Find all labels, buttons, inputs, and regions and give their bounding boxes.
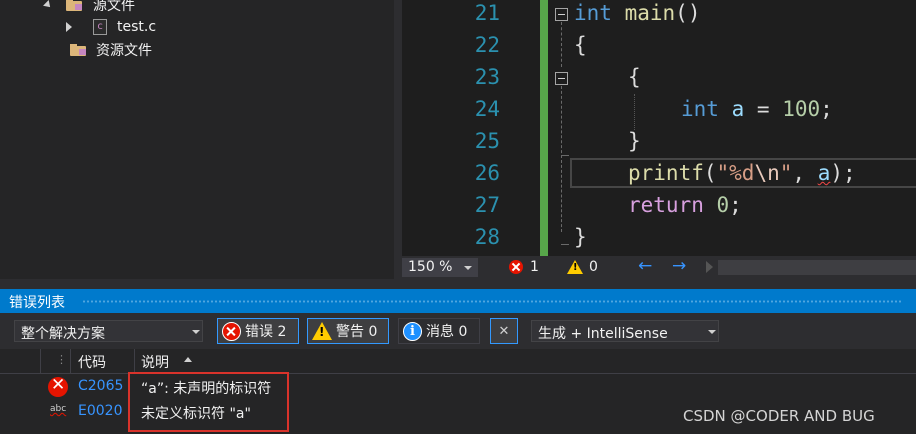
- outline-guide: [561, 155, 569, 156]
- code-line-24: int a = 100;: [681, 97, 833, 121]
- filter-folder-icon: [66, 0, 84, 12]
- collapse-block-icon[interactable]: [555, 8, 568, 21]
- table-header: ⋮ 代码 说明: [0, 349, 916, 374]
- highlight-box: [128, 372, 289, 432]
- watermark: CSDN @CODER AND BUG: [683, 407, 875, 425]
- error-icon: ✕: [48, 375, 68, 397]
- outline-guide: [561, 22, 562, 67]
- info-icon: i: [403, 321, 422, 341]
- vertical-splitter[interactable]: [394, 0, 402, 279]
- line-number: 27: [474, 193, 500, 217]
- error-icon: [222, 321, 241, 341]
- scroll-left-icon[interactable]: [706, 261, 713, 273]
- code-line-26: printf("%d\n", a);: [628, 161, 856, 185]
- tree-item-label: 源文件: [93, 0, 135, 14]
- outline-guide: [561, 86, 562, 232]
- code-line-23: {: [628, 65, 641, 89]
- error-squiggle: a: [817, 161, 831, 185]
- navigate-back-icon[interactable]: ←: [638, 256, 652, 276]
- code-line-21: int main(): [574, 1, 701, 25]
- scope-dropdown[interactable]: 整个解决方案: [14, 320, 203, 342]
- zoom-dropdown[interactable]: 150 %: [402, 258, 478, 277]
- tree-item-test-c[interactable]: c test.c: [66, 16, 156, 38]
- filter-folder-icon: [70, 43, 88, 57]
- warning-count-indicator[interactable]: 0: [567, 259, 598, 275]
- outline-guide: [561, 244, 569, 245]
- panel-title: 错误列表: [9, 295, 65, 311]
- sort-ascending-icon: [184, 357, 192, 362]
- error-count-indicator[interactable]: 1: [509, 259, 539, 275]
- collapse-arrow-icon[interactable]: [66, 22, 72, 32]
- intellisense-abc-icon: abc: [50, 404, 67, 414]
- errors-filter-button[interactable]: 错误 2: [217, 318, 299, 344]
- chevron-down-icon: [192, 330, 200, 334]
- line-number: 26: [474, 161, 500, 185]
- error-icon: [509, 260, 523, 274]
- chevron-down-icon: [464, 266, 472, 270]
- error-code-link[interactable]: C2065: [78, 378, 123, 394]
- code-line-28: }: [574, 225, 587, 249]
- indent-guide: [634, 94, 635, 130]
- tree-item-resource-files[interactable]: 资源文件: [70, 39, 152, 61]
- solution-explorer: 源文件 c test.c 资源文件: [0, 0, 394, 279]
- expand-arrow-icon[interactable]: [43, 0, 53, 10]
- tree-item-label: test.c: [117, 19, 157, 35]
- warnings-filter-button[interactable]: 警告 0: [307, 318, 389, 344]
- column-header-code[interactable]: 代码: [78, 352, 106, 372]
- line-number: 28: [474, 225, 500, 249]
- titlebar-grip: [82, 300, 902, 303]
- messages-filter-button[interactable]: i 消息 0: [398, 318, 480, 344]
- warning-icon: [567, 260, 583, 274]
- line-number: 22: [474, 33, 500, 57]
- change-tracking-bar: [540, 0, 548, 256]
- tree-item-label: 资源文件: [96, 43, 152, 59]
- filter-icon: ✕: [498, 323, 510, 339]
- chevron-down-icon: [708, 330, 716, 334]
- code-line-25: }: [628, 129, 641, 153]
- error-list-toolbar: 整个解决方案 错误 2 警告 0 i 消息 0 ✕ 生成 + IntelliSe…: [0, 313, 916, 349]
- navigate-forward-icon[interactable]: →: [672, 256, 686, 276]
- code-editor[interactable]: 21 22 23 24 25 26 27 28 int main() { { i…: [402, 0, 916, 256]
- code-line-27: return 0;: [628, 193, 742, 217]
- column-grip-icon: ⋮: [56, 353, 67, 366]
- line-number: 24: [474, 97, 500, 121]
- code-line-22: {: [574, 33, 587, 57]
- line-number: 21: [474, 1, 500, 25]
- editor-status-bar: 150 % 1 0 ← →: [402, 256, 916, 279]
- line-number: 23: [474, 65, 500, 89]
- column-header-description[interactable]: 说明: [141, 352, 169, 372]
- horizontal-splitter[interactable]: [0, 279, 916, 289]
- line-number: 25: [474, 129, 500, 153]
- error-code-link[interactable]: E0020: [78, 403, 122, 419]
- c-file-icon: c: [93, 19, 107, 35]
- source-dropdown[interactable]: 生成 + IntelliSense: [531, 320, 719, 342]
- build-filter-button[interactable]: ✕: [490, 318, 518, 344]
- warning-icon: [312, 322, 332, 340]
- error-list-titlebar[interactable]: 错误列表: [0, 289, 916, 313]
- horizontal-scrollbar[interactable]: [718, 260, 916, 275]
- tree-item-source-files[interactable]: 源文件: [43, 0, 135, 16]
- collapse-block-icon[interactable]: [555, 72, 568, 85]
